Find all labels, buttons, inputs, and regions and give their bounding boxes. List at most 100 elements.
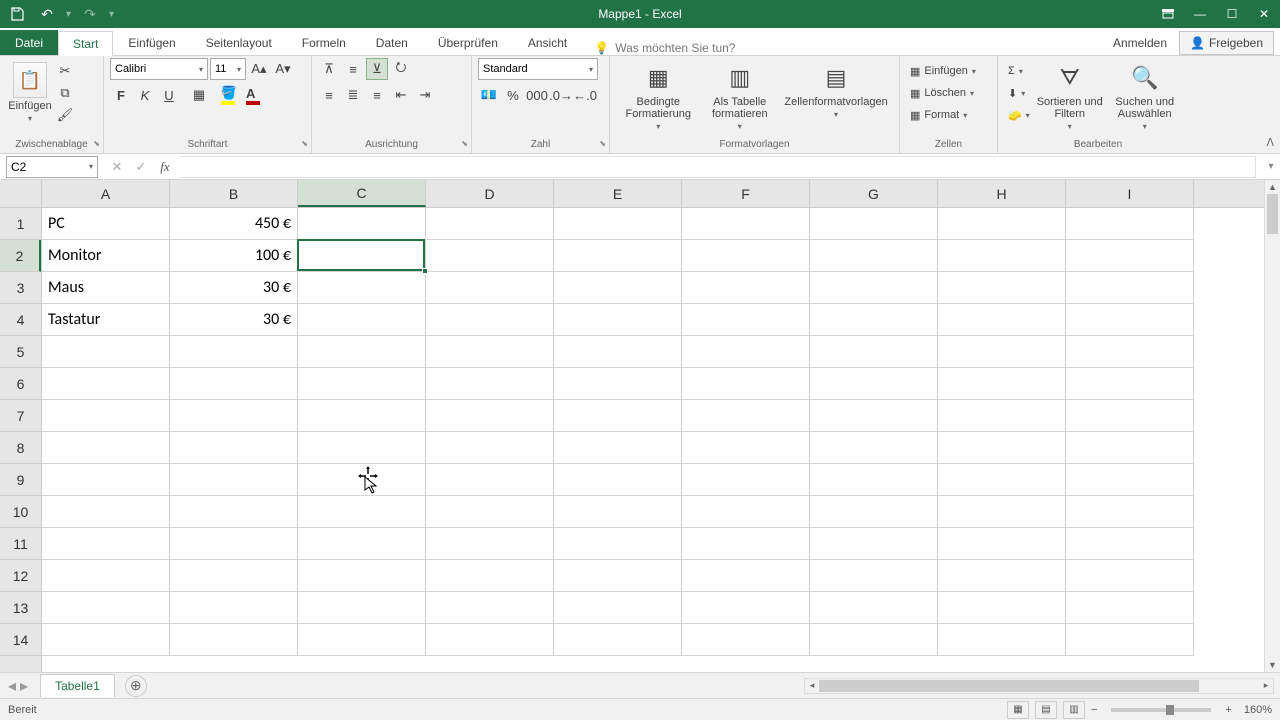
cell[interactable] <box>42 432 170 464</box>
cell[interactable] <box>938 336 1066 368</box>
launcher-icon[interactable]: ⬊ <box>93 139 100 148</box>
tab-file[interactable]: Datei <box>0 30 58 55</box>
cell[interactable] <box>298 336 426 368</box>
cell[interactable] <box>426 464 554 496</box>
cell[interactable] <box>810 272 938 304</box>
column-header[interactable]: G <box>810 180 938 207</box>
row-header[interactable]: 10 <box>0 496 41 528</box>
clear-button[interactable]: 🧽▾ <box>1004 104 1034 126</box>
cell[interactable] <box>426 560 554 592</box>
formula-input[interactable] <box>180 156 1256 178</box>
align-right-icon[interactable]: ≡ <box>366 84 388 106</box>
cell[interactable] <box>554 240 682 272</box>
redo-icon[interactable]: ↷ <box>79 3 101 25</box>
cell[interactable]: Maus <box>42 272 170 304</box>
normal-view-icon[interactable]: ▦ <box>1007 701 1029 719</box>
cell[interactable] <box>938 208 1066 240</box>
cell[interactable] <box>426 528 554 560</box>
fill-handle[interactable] <box>422 268 428 274</box>
signin-link[interactable]: Anmelden <box>1103 32 1177 54</box>
cell[interactable] <box>938 624 1066 656</box>
cell[interactable] <box>554 528 682 560</box>
copy-icon[interactable]: ⧉ <box>54 82 76 104</box>
cancel-formula-icon[interactable]: ✕ <box>106 156 128 178</box>
cells-delete-button[interactable]: ▦Löschen▾ <box>906 82 980 104</box>
cell[interactable] <box>682 496 810 528</box>
cell[interactable] <box>938 304 1066 336</box>
cell[interactable] <box>682 272 810 304</box>
cell[interactable] <box>426 624 554 656</box>
cell[interactable] <box>426 432 554 464</box>
cell[interactable] <box>426 208 554 240</box>
zoom-in-icon[interactable]: + <box>1225 704 1231 716</box>
launcher-icon[interactable]: ⬊ <box>461 139 468 148</box>
tab-formulas[interactable]: Formeln <box>287 30 361 55</box>
cell[interactable] <box>170 560 298 592</box>
cell[interactable] <box>426 592 554 624</box>
select-all-corner[interactable] <box>0 180 42 208</box>
cell[interactable] <box>554 208 682 240</box>
comma-style-icon[interactable]: 000 <box>526 84 548 106</box>
cell[interactable] <box>426 400 554 432</box>
cell[interactable] <box>682 304 810 336</box>
cell[interactable] <box>938 368 1066 400</box>
decrease-decimal-icon[interactable]: ←.0 <box>574 84 596 106</box>
cell[interactable] <box>682 240 810 272</box>
borders-icon[interactable]: ▦ <box>188 84 210 106</box>
cell[interactable] <box>298 528 426 560</box>
cell[interactable] <box>1066 240 1194 272</box>
cell[interactable] <box>810 560 938 592</box>
cell[interactable] <box>1066 592 1194 624</box>
align-top-icon[interactable]: ⊼ <box>318 58 340 80</box>
align-bottom-icon[interactable]: ⊻ <box>366 58 388 80</box>
cell[interactable] <box>810 240 938 272</box>
page-layout-view-icon[interactable]: ▤ <box>1035 701 1057 719</box>
collapse-ribbon-icon[interactable]: ᐱ <box>1266 136 1274 149</box>
tab-home[interactable]: Start <box>58 31 113 56</box>
cell[interactable] <box>170 368 298 400</box>
cell[interactable] <box>682 208 810 240</box>
cell[interactable]: 30 € <box>170 272 298 304</box>
caret-icon[interactable]: ▾ <box>66 9 71 20</box>
cell[interactable] <box>810 304 938 336</box>
cell[interactable] <box>938 528 1066 560</box>
launcher-icon[interactable]: ⬊ <box>599 139 606 148</box>
scroll-right-icon[interactable]: ▸ <box>1259 680 1273 691</box>
scrollbar-thumb[interactable] <box>819 680 1199 692</box>
cell[interactable] <box>298 272 426 304</box>
sheet-prev-icon[interactable]: ◂ <box>8 676 16 696</box>
cell[interactable] <box>42 496 170 528</box>
tab-review[interactable]: Überprüfen <box>423 30 513 55</box>
align-left-icon[interactable]: ≡ <box>318 84 340 106</box>
cell[interactable] <box>1066 368 1194 400</box>
cell[interactable] <box>554 624 682 656</box>
tab-view[interactable]: Ansicht <box>513 30 582 55</box>
horizontal-scrollbar[interactable]: ◂ ▸ <box>804 678 1274 694</box>
cell[interactable] <box>810 368 938 400</box>
row-header[interactable]: 12 <box>0 560 41 592</box>
cell[interactable] <box>554 560 682 592</box>
cell[interactable] <box>938 592 1066 624</box>
row-header[interactable]: 5 <box>0 336 41 368</box>
cell[interactable] <box>426 368 554 400</box>
cell[interactable] <box>298 240 426 272</box>
increase-indent-icon[interactable]: ⇥ <box>414 84 436 106</box>
cell[interactable] <box>426 336 554 368</box>
cell[interactable] <box>1066 560 1194 592</box>
row-header[interactable]: 11 <box>0 528 41 560</box>
cell-styles-button[interactable]: ▤ Zellenformatvorlagen▾ <box>779 58 893 123</box>
row-header[interactable]: 4 <box>0 304 41 336</box>
cell[interactable] <box>810 592 938 624</box>
cell[interactable] <box>298 560 426 592</box>
cell[interactable] <box>1066 432 1194 464</box>
format-painter-icon[interactable]: 🖌 <box>54 104 76 126</box>
column-header[interactable]: H <box>938 180 1066 207</box>
cell[interactable] <box>170 432 298 464</box>
format-as-table-button[interactable]: ▥ Als Tabelle formatieren▾ <box>700 58 779 135</box>
autosum-button[interactable]: Σ▾ <box>1004 60 1034 82</box>
column-header[interactable]: A <box>42 180 170 207</box>
cell[interactable] <box>554 368 682 400</box>
cell[interactable]: 30 € <box>170 304 298 336</box>
cell[interactable] <box>682 400 810 432</box>
cell[interactable] <box>810 464 938 496</box>
